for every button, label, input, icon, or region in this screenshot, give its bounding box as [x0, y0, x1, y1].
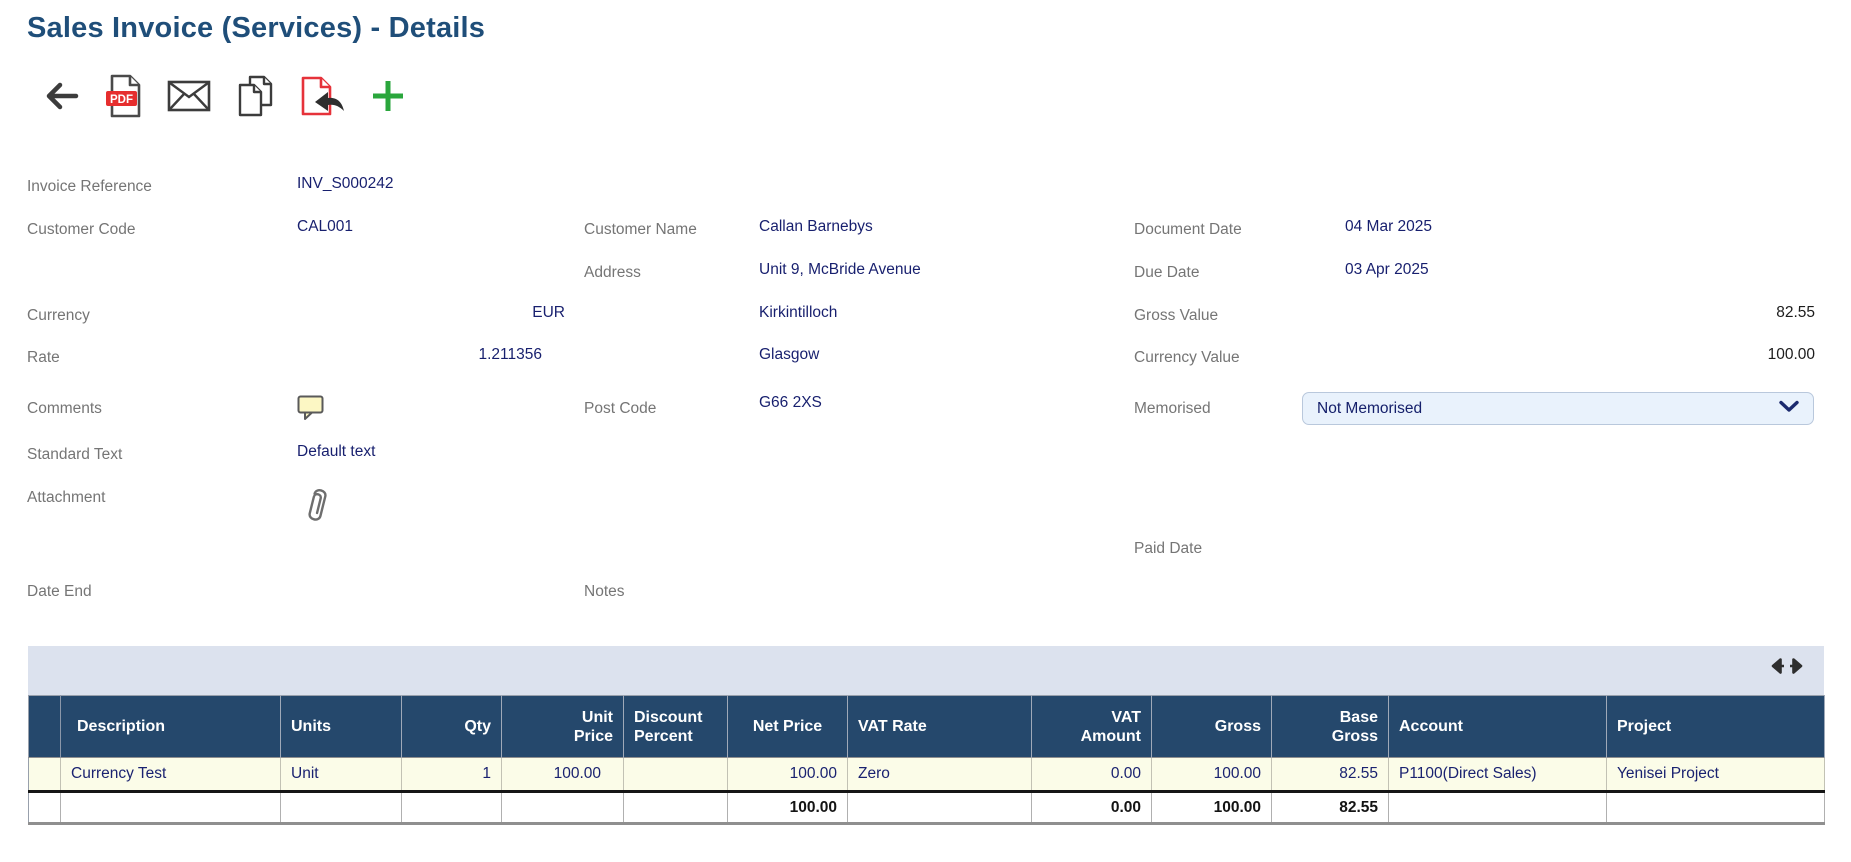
col-header-unit-price: Unit Price	[502, 696, 624, 758]
totals-net-price: 100.00	[728, 792, 848, 824]
col-header-vat-rate: VAT Rate	[848, 696, 1032, 758]
totals-discount-percent	[624, 792, 728, 824]
row-net-price: 100.00	[728, 758, 848, 792]
totals-vat-rate	[848, 792, 1032, 824]
document-date-label: Document Date	[1134, 221, 1242, 239]
address-label: Address	[584, 264, 641, 282]
paperclip-icon[interactable]	[302, 482, 334, 533]
comments-label: Comments	[27, 400, 102, 418]
table-header-row: Description Units Qty Unit Price Discoun…	[29, 696, 1825, 758]
address-line-1: Unit 9, McBride Avenue	[759, 261, 921, 279]
totals-qty	[402, 792, 502, 824]
gross-value-value: 82.55	[1345, 304, 1815, 322]
memorised-dropdown[interactable]: Not Memorised	[1302, 392, 1814, 425]
svg-text:PDF: PDF	[110, 94, 133, 106]
col-header-qty: Qty	[402, 696, 502, 758]
table-top-band	[28, 646, 1824, 695]
col-header-description: Description	[61, 696, 281, 758]
address-line-2: Kirkintilloch	[759, 304, 837, 322]
post-code-value: G66 2XS	[759, 394, 822, 412]
col-header-project: Project	[1607, 696, 1825, 758]
pdf-icon: PDF	[104, 74, 142, 121]
memorised-label: Memorised	[1134, 400, 1211, 418]
col-header-gross: Gross	[1152, 696, 1272, 758]
totals-project	[1607, 792, 1825, 824]
standard-text-label: Standard Text	[27, 446, 122, 464]
totals-row: 100.00 0.00 100.00 82.55	[29, 792, 1825, 824]
totals-base-gross: 82.55	[1272, 792, 1389, 824]
row-project: Yenisei Project	[1607, 758, 1825, 792]
currency-value-label: Currency Value	[1134, 349, 1240, 367]
totals-description	[61, 792, 281, 824]
plus-icon	[370, 78, 406, 117]
totals-vat-amount: 0.00	[1032, 792, 1152, 824]
col-header-select	[29, 696, 61, 758]
gross-value-label: Gross Value	[1134, 307, 1218, 325]
line-items-section: Description Units Qty Unit Price Discoun…	[28, 646, 1824, 825]
post-code-label: Post Code	[584, 400, 656, 418]
totals-units	[281, 792, 402, 824]
customer-name-label: Customer Name	[584, 221, 697, 239]
due-date-label: Due Date	[1134, 264, 1199, 282]
customer-name-value: Callan Barnebys	[759, 218, 873, 236]
line-items-table: Description Units Qty Unit Price Discoun…	[28, 695, 1825, 825]
toolbar: PDF	[45, 74, 406, 121]
customer-code-label: Customer Code	[27, 221, 136, 239]
customer-code-value: CAL001	[297, 218, 353, 236]
row-select-cell	[29, 758, 61, 792]
totals-select-cell	[29, 792, 61, 824]
invoice-reference-label: Invoice Reference	[27, 178, 152, 196]
address-line-3: Glasgow	[759, 346, 819, 364]
invoice-reference-value: INV_S000242	[297, 175, 394, 193]
rate-value: 1.211356	[297, 346, 542, 364]
copy-pages-icon	[236, 75, 274, 120]
totals-account	[1389, 792, 1607, 824]
col-header-net-price: Net Price	[728, 696, 848, 758]
email-button[interactable]	[167, 80, 211, 115]
row-units: Unit	[281, 758, 402, 792]
chevron-down-icon	[1779, 400, 1799, 418]
notes-label: Notes	[584, 583, 625, 601]
currency-value-value: 100.00	[1345, 346, 1815, 364]
col-header-account: Account	[1389, 696, 1607, 758]
due-date-value: 03 Apr 2025	[1345, 261, 1429, 279]
memorised-selected-value: Not Memorised	[1317, 400, 1779, 418]
row-description: Currency Test	[61, 758, 281, 792]
col-header-units: Units	[281, 696, 402, 758]
row-gross: 100.00	[1152, 758, 1272, 792]
pdf-export-button[interactable]: PDF	[104, 74, 142, 121]
row-vat-rate: Zero	[848, 758, 1032, 792]
row-discount-percent	[624, 758, 728, 792]
standard-text-value: Default text	[297, 443, 375, 461]
row-vat-amount: 0.00	[1032, 758, 1152, 792]
copy-from-button[interactable]	[299, 74, 345, 121]
paid-date-label: Paid Date	[1134, 540, 1202, 558]
totals-unit-price	[502, 792, 624, 824]
col-header-discount-percent: Discount Percent	[624, 696, 728, 758]
totals-gross: 100.00	[1152, 792, 1272, 824]
currency-label: Currency	[27, 307, 90, 325]
email-envelope-icon	[167, 80, 211, 115]
date-end-label: Date End	[27, 583, 92, 601]
back-arrow-icon	[45, 82, 79, 113]
sales-invoice-details-page: Sales Invoice (Services) - Details PDF	[0, 0, 1851, 862]
currency-value: EUR	[297, 304, 565, 322]
page-title: Sales Invoice (Services) - Details	[27, 12, 485, 45]
attachment-label: Attachment	[27, 489, 105, 507]
resize-horizontal-icon[interactable]	[1770, 657, 1804, 680]
row-qty: 1	[402, 758, 502, 792]
copy-return-icon	[299, 74, 345, 121]
col-header-vat-amount: VAT Amount	[1032, 696, 1152, 758]
copy-button[interactable]	[236, 75, 274, 120]
document-date-value: 04 Mar 2025	[1345, 218, 1432, 236]
col-header-base-gross: Base Gross	[1272, 696, 1389, 758]
row-account: P1100(Direct Sales)	[1389, 758, 1607, 792]
rate-label: Rate	[27, 349, 60, 367]
table-row[interactable]: Currency Test Unit 1 100.00 100.00 Zero …	[29, 758, 1825, 792]
row-base-gross: 82.55	[1272, 758, 1389, 792]
row-unit-price: 100.00	[502, 758, 624, 792]
add-line-button[interactable]	[370, 78, 406, 117]
back-button[interactable]	[45, 82, 79, 113]
comments-bubble-icon[interactable]	[297, 395, 324, 426]
